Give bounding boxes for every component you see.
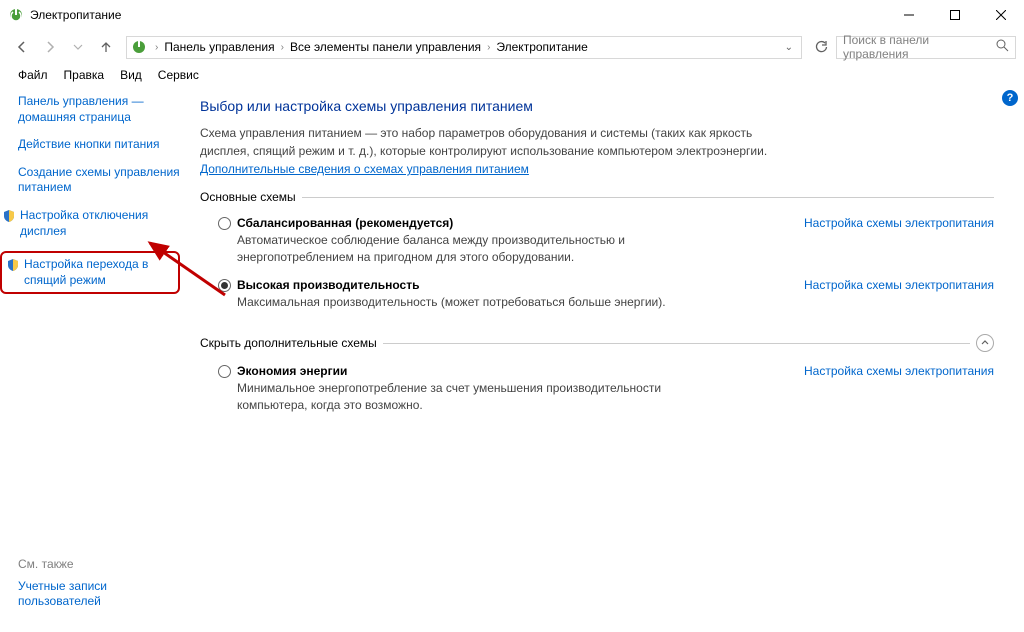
window-title: Электропитание: [30, 8, 886, 22]
power-icon: [8, 7, 24, 23]
change-plan-link[interactable]: Настройка схемы электропитания: [804, 216, 994, 230]
menu-file[interactable]: Файл: [10, 66, 56, 84]
recent-dropdown[interactable]: [66, 35, 90, 59]
menubar: Файл Правка Вид Сервис: [0, 64, 1024, 86]
collapse-button[interactable]: [976, 334, 994, 352]
plan-name: Экономия энергии: [237, 364, 784, 378]
more-info-link[interactable]: Дополнительные сведения о схемах управле…: [200, 162, 529, 176]
menu-edit[interactable]: Правка: [56, 66, 113, 84]
section-hidden-label: Скрыть дополнительные схемы: [200, 336, 383, 350]
menu-view[interactable]: Вид: [112, 66, 150, 84]
minimize-button[interactable]: [886, 0, 932, 30]
section-main-label: Основные схемы: [200, 190, 302, 204]
plan-eco: Экономия энергии Настройка схемы электро…: [200, 362, 994, 424]
search-box[interactable]: Поиск в панели управления: [836, 36, 1016, 59]
close-button[interactable]: [978, 0, 1024, 30]
sidebar-home[interactable]: Панель управления — домашняя страница: [18, 94, 180, 125]
power-icon: [131, 39, 147, 55]
titlebar: Электропитание: [0, 0, 1024, 30]
page-description: Схема управления питанием — это набор па…: [200, 124, 800, 160]
maximize-button[interactable]: [932, 0, 978, 30]
window-controls: [886, 0, 1024, 30]
radio-high[interactable]: [218, 279, 231, 292]
sidebar-create-plan[interactable]: Создание схемы управления питанием: [18, 165, 180, 196]
radio-eco[interactable]: [218, 365, 231, 378]
see-also-label: См. также: [18, 557, 180, 571]
sidebar-button-action[interactable]: Действие кнопки питания: [18, 137, 180, 153]
plan-desc: Максимальная производительность (может п…: [218, 292, 698, 311]
radio-balanced[interactable]: [218, 217, 231, 230]
plan-balanced: Сбалансированная (рекомендуется) Настрой…: [200, 214, 994, 276]
plan-desc: Минимальное энергопотребление за счет ум…: [218, 378, 698, 414]
address-dropdown[interactable]: ⌄: [781, 42, 797, 53]
sidebar-sleep[interactable]: Настройка перехода в спящий режим: [24, 257, 172, 288]
shield-icon: [6, 258, 20, 272]
plan-desc: Автоматическое соблюдение баланса между …: [218, 230, 698, 266]
change-plan-link[interactable]: Настройка схемы электропитания: [804, 364, 994, 378]
shield-icon: [2, 209, 16, 223]
sidebar-display-off[interactable]: Настройка отключения дисплея: [20, 208, 180, 239]
sidebar: Панель управления — домашняя страница Де…: [0, 86, 190, 632]
content: ? Выбор или настройка схемы управления п…: [190, 86, 1024, 632]
navbar: › Панель управления › Все элементы панел…: [0, 30, 1024, 64]
page-heading: Выбор или настройка схемы управления пит…: [200, 98, 994, 114]
breadcrumb-root[interactable]: Панель управления: [162, 40, 276, 54]
chevron-right-icon: ›: [277, 42, 288, 53]
plan-name: Сбалансированная (рекомендуется): [237, 216, 784, 230]
menu-tools[interactable]: Сервис: [150, 66, 207, 84]
help-icon[interactable]: ?: [1002, 90, 1018, 106]
sidebar-sleep-highlighted: Настройка перехода в спящий режим: [0, 251, 180, 294]
breadcrumb-mid[interactable]: Все элементы панели управления: [288, 40, 483, 54]
chevron-right-icon: ›: [151, 42, 162, 53]
back-button[interactable]: [10, 35, 34, 59]
refresh-button[interactable]: [810, 40, 832, 54]
search-icon: [996, 39, 1009, 55]
change-plan-link[interactable]: Настройка схемы электропитания: [804, 278, 994, 292]
plan-high: Высокая производительность Настройка схе…: [200, 276, 994, 321]
up-button[interactable]: [94, 35, 118, 59]
forward-button[interactable]: [38, 35, 62, 59]
chevron-right-icon: ›: [483, 42, 494, 53]
plan-name: Высокая производительность: [237, 278, 784, 292]
search-placeholder: Поиск в панели управления: [843, 33, 996, 61]
breadcrumb-leaf[interactable]: Электропитание: [494, 40, 589, 54]
address-bar[interactable]: › Панель управления › Все элементы панел…: [126, 36, 802, 59]
sidebar-user-accounts[interactable]: Учетные записи пользователей: [18, 579, 180, 610]
